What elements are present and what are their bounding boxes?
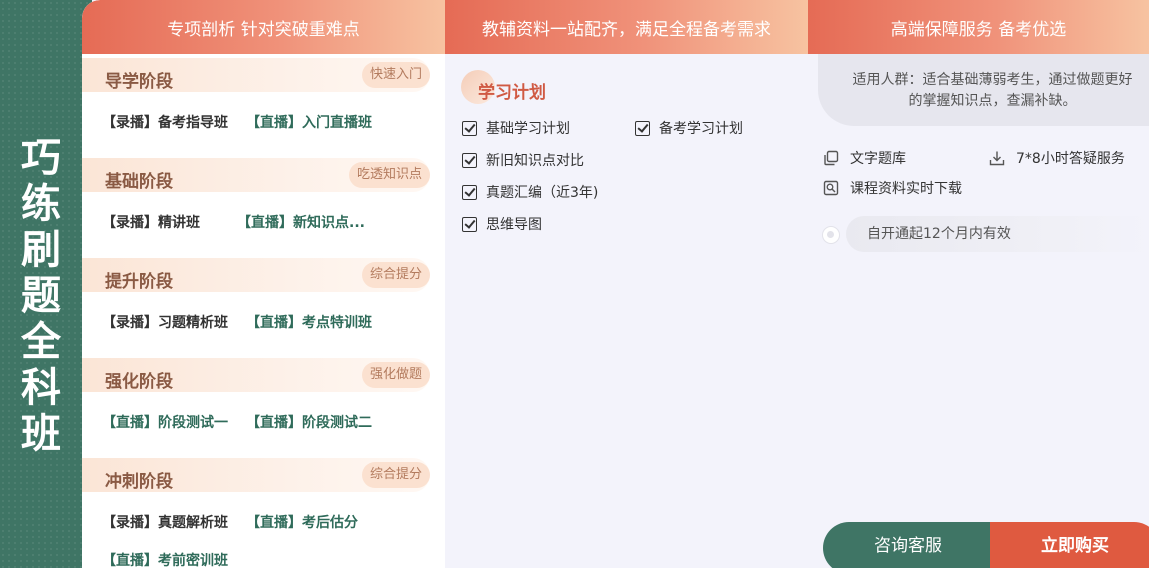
document-search-icon: [823, 180, 839, 196]
course-link[interactable]: 【录播】备考指导班: [102, 112, 228, 132]
stage-name: 导学阶段: [105, 72, 173, 92]
buy-now-button[interactable]: 立即购买: [990, 522, 1149, 568]
materials-column: 学习计划 基础学习计划 备考学习计划 新旧知识点对比 真题汇编（近3年) 思维导…: [445, 54, 808, 568]
file-copy-icon: [824, 150, 839, 166]
stage-header: 导学阶段 快速入门: [82, 58, 430, 92]
audience-note: 适用人群：适合基础薄弱考生，通过做题更好的掌握知识点，查漏补缺。: [818, 54, 1149, 126]
plan-item: 真题汇编（近3年): [462, 182, 598, 202]
stage-tag: 综合提分: [361, 462, 430, 488]
course-card: 专项剖析 针对突破重难点 教辅资料一站配齐，满足全程备考需求 高端保障服务 备考…: [82, 0, 1149, 568]
stage-name: 强化阶段: [105, 372, 173, 392]
course-row: 【录播】习题精析班 【直播】考点特训班: [102, 312, 372, 332]
validity-note: 自开通起12个月内有效: [846, 216, 1149, 252]
stage-tag: 强化做题: [361, 362, 430, 388]
checkbox-icon: [462, 184, 477, 200]
service-item: 课程资料实时下载: [823, 178, 962, 198]
course-link[interactable]: 【录播】习题精析班: [102, 312, 228, 332]
plan-item: 思维导图: [462, 214, 542, 234]
side-band: 巧练刷题全科班: [0, 0, 92, 568]
course-link[interactable]: 【直播】新知识点...: [237, 212, 365, 232]
plan-item-label: 备考学习计划: [659, 121, 743, 137]
course-link[interactable]: 【直播】入门直播班: [246, 112, 372, 132]
course-link[interactable]: 【直播】考后估分: [246, 512, 358, 532]
header-stages: 专项剖析 针对突破重难点: [82, 0, 445, 54]
consult-button[interactable]: 咨询客服: [823, 522, 993, 568]
course-row: 【录播】精讲班 【直播】新知识点...: [102, 212, 365, 232]
checkbox-icon: [635, 120, 650, 136]
header-materials: 教辅资料一站配齐，满足全程备考需求: [445, 0, 808, 54]
course-link[interactable]: 【直播】考点特训班: [246, 312, 372, 332]
header-row: 专项剖析 针对突破重难点 教辅资料一站配齐，满足全程备考需求 高端保障服务 备考…: [82, 0, 1149, 54]
course-row: 【直播】阶段测试一 【直播】阶段测试二: [102, 412, 372, 432]
stage-strengthen: 强化阶段 强化做题 【直播】阶段测试一 【直播】阶段测试二: [82, 354, 445, 454]
header-services: 高端保障服务 备考优选: [808, 0, 1149, 54]
course-title: 巧练刷题全科班: [21, 135, 61, 457]
stage-tag: 快速入门: [361, 62, 430, 88]
plan-item: 基础学习计划: [462, 118, 570, 138]
stage-name: 提升阶段: [105, 272, 173, 292]
course-row: 【录播】真题解析班 【直播】考后估分: [102, 512, 358, 532]
radio-icon: [822, 226, 840, 244]
stage-name: 冲刺阶段: [105, 472, 173, 492]
plan-item-label: 基础学习计划: [486, 121, 570, 137]
service-item: 7*8小时答疑服务: [989, 148, 1125, 168]
services-column: 适用人群：适合基础薄弱考生，通过做题更好的掌握知识点，查漏补缺。 文字题库 7*…: [808, 54, 1149, 568]
service-label: 7*8小时答疑服务: [1016, 151, 1125, 167]
service-item: 文字题库: [823, 148, 906, 168]
stage-column: 导学阶段 快速入门 【录播】备考指导班 【直播】入门直播班 基础阶段 吃透知识点…: [82, 54, 445, 568]
checkbox-icon: [462, 152, 477, 168]
plan-item-label: 真题汇编（近3年): [486, 185, 599, 201]
stage-header: 冲刺阶段 综合提分: [82, 458, 430, 492]
service-label: 文字题库: [850, 151, 906, 167]
course-link[interactable]: 【直播】阶段测试二: [246, 412, 372, 432]
stage-sprint: 冲刺阶段 综合提分 【录播】真题解析班 【直播】考后估分: [82, 454, 445, 554]
checkbox-icon: [462, 120, 477, 136]
plan-title-text: 学习计划: [478, 83, 546, 103]
stage-improve: 提升阶段 综合提分 【录播】习题精析班 【直播】考点特训班: [82, 254, 445, 354]
stage-header: 强化阶段 强化做题: [82, 358, 430, 392]
stage-basic: 基础阶段 吃透知识点 【录播】精讲班 【直播】新知识点...: [82, 154, 445, 254]
plan-item-label: 新旧知识点对比: [486, 153, 584, 169]
stage-guide: 导学阶段 快速入门 【录播】备考指导班 【直播】入门直播班: [82, 54, 445, 154]
course-link[interactable]: 【直播】阶段测试一: [102, 412, 228, 432]
plan-item-label: 思维导图: [486, 217, 542, 233]
stage-tag: 吃透知识点: [348, 162, 430, 188]
stage-header: 基础阶段 吃透知识点: [82, 158, 430, 192]
stage-name: 基础阶段: [105, 172, 173, 192]
plan-item: 新旧知识点对比: [462, 150, 584, 170]
course-row: 【录播】备考指导班 【直播】入门直播班: [102, 112, 372, 132]
service-label: 课程资料实时下载: [850, 181, 962, 197]
course-link[interactable]: 【录播】精讲班: [102, 212, 219, 232]
plan-item: 备考学习计划: [635, 118, 743, 138]
course-link[interactable]: 【直播】考前密训班: [102, 550, 228, 568]
stage-tag: 综合提分: [361, 262, 430, 288]
checkbox-icon: [462, 216, 477, 232]
download-icon: [989, 151, 1005, 166]
stage-header: 提升阶段 综合提分: [82, 258, 430, 292]
course-link[interactable]: 【录播】真题解析班: [102, 512, 228, 532]
